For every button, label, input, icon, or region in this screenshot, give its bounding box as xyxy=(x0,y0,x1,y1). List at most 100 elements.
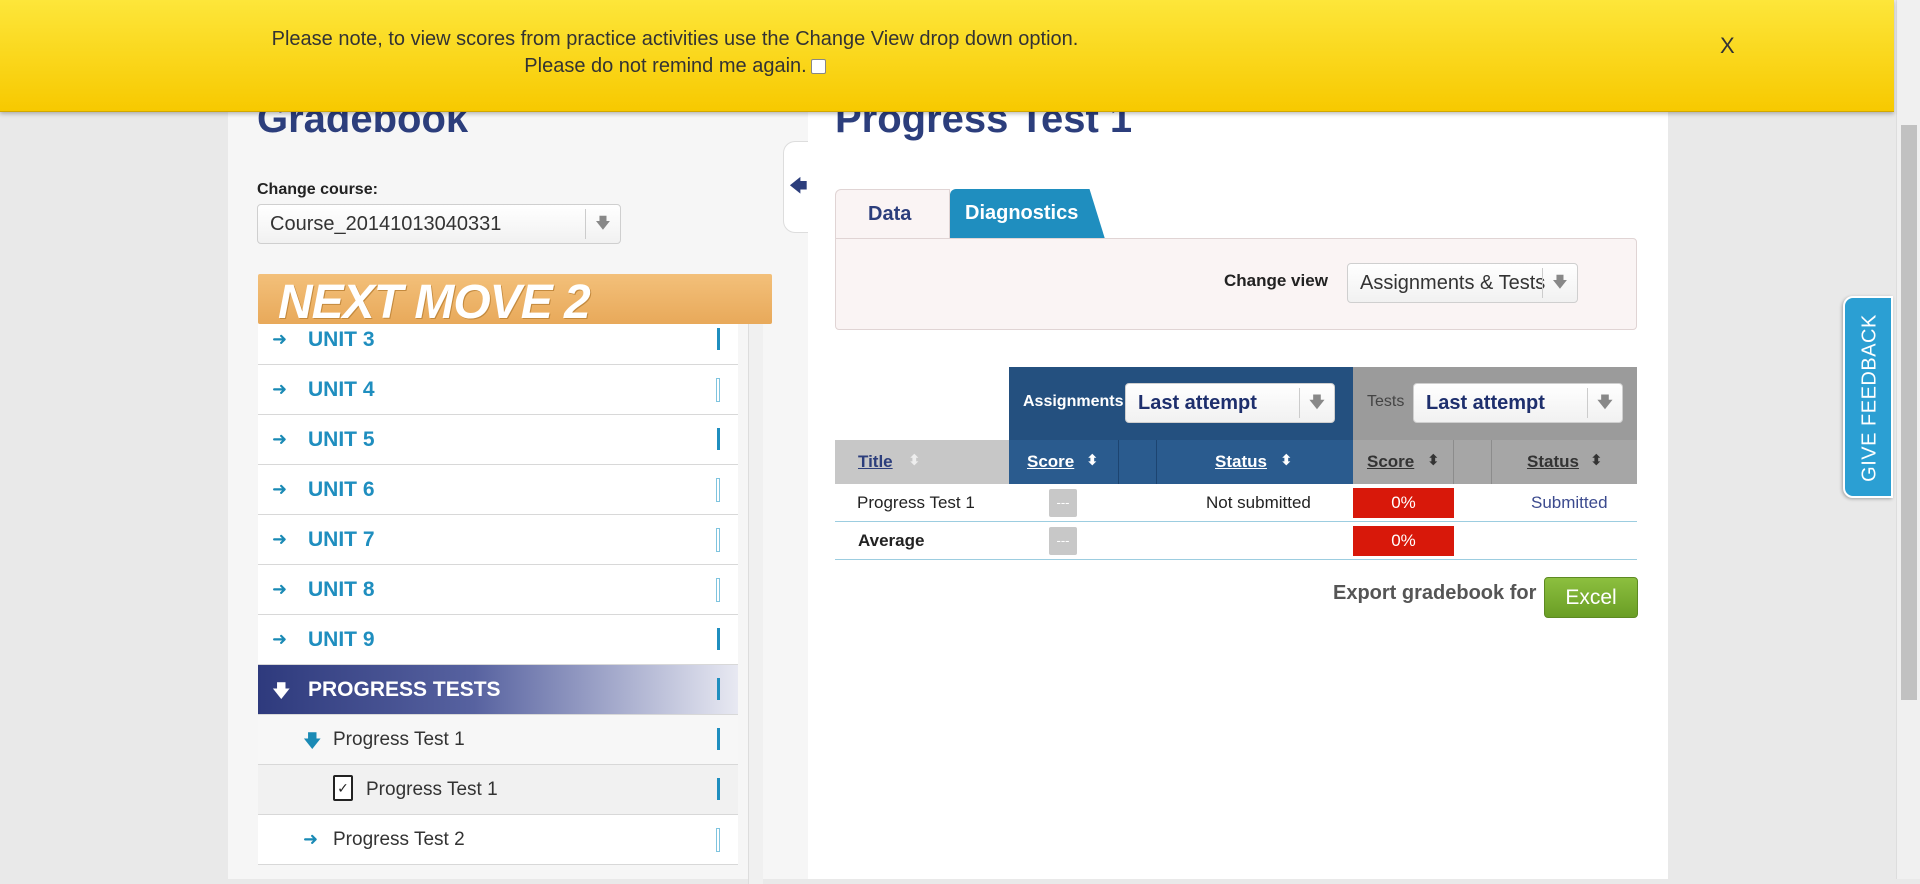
tests-attempt-value: Last attempt xyxy=(1426,392,1545,414)
banner-logo-text: NEXT MOVE 2 xyxy=(278,276,591,329)
column-assignment-status[interactable]: Status ⬍ xyxy=(1157,440,1353,484)
assignment-score: --- xyxy=(1049,489,1077,517)
arrow-right-icon: ➜ xyxy=(272,479,288,499)
arrow-right-icon: ➜ xyxy=(272,329,288,349)
progress-indicator xyxy=(717,728,720,750)
arrow-down-icon: 🡇 xyxy=(272,681,291,701)
sort-icon[interactable]: ⬍ xyxy=(1280,451,1293,469)
progress-indicator xyxy=(716,578,720,602)
do-not-remind-checkbox[interactable] xyxy=(810,59,826,74)
sort-icon[interactable]: ⬍ xyxy=(1086,451,1099,469)
arrow-right-icon: ➜ xyxy=(272,379,288,399)
notice-close-button[interactable]: X xyxy=(1720,33,1735,59)
export-label: Export gradebook for xyxy=(1333,582,1537,604)
arrow-right-icon: ➜ xyxy=(272,429,288,449)
assignments-attempt-value: Last attempt xyxy=(1138,392,1257,414)
progress-indicator xyxy=(717,628,720,650)
tests-attempt-select[interactable]: Last attempt 🡇 xyxy=(1413,383,1623,423)
export-excel-button[interactable]: Excel xyxy=(1544,577,1638,618)
tab-diagnostics[interactable]: Diagnostics xyxy=(950,189,1105,239)
tree-item-progress-tests[interactable]: 🡇 PROGRESS TESTS xyxy=(258,665,738,715)
column-title-label[interactable]: Title xyxy=(858,452,893,472)
column-label[interactable]: Status xyxy=(1215,452,1267,472)
sort-icon[interactable]: ⬍ xyxy=(1590,451,1603,469)
tree-item-unit-9[interactable]: ➜ UNIT 9 xyxy=(258,615,738,665)
tree-item-unit-6[interactable]: ➜ UNIT 6 xyxy=(258,465,738,515)
course-banner: NEXT MOVE 2 xyxy=(258,274,772,329)
document-check-icon: ✓ xyxy=(333,775,353,801)
assignments-attempt-select[interactable]: Last attempt 🡇 xyxy=(1125,383,1335,423)
course-tree: ➜ UNIT 3 ➜ UNIT 4 ➜ UNIT 5 ➜ UNIT 6 ➜ UN… xyxy=(258,324,772,884)
change-view-value: Assignments & Tests xyxy=(1360,272,1546,294)
give-feedback-button[interactable]: GIVE FEEDBACK xyxy=(1843,296,1893,498)
test-score[interactable]: 0% xyxy=(1353,488,1454,518)
tree-item-label: PROGRESS TESTS xyxy=(308,678,501,701)
column-label[interactable]: Status xyxy=(1527,452,1579,472)
column-header-row: Title ⬍ Score ⬍ Status ⬍ Score ⬍ Status … xyxy=(835,440,1637,484)
tree-item-label: UNIT 3 xyxy=(308,328,375,351)
arrow-left-icon: 🡄 xyxy=(789,176,808,196)
row-title[interactable]: Progress Test 1 xyxy=(857,493,975,513)
assignment-score: --- xyxy=(1049,527,1077,555)
tree-item-unit-5[interactable]: ➜ UNIT 5 xyxy=(258,415,738,465)
notice-bar: Please note, to view scores from practic… xyxy=(0,0,1894,112)
assignments-label: Assignments xyxy=(1023,393,1124,410)
progress-indicator xyxy=(716,478,720,502)
progress-indicator xyxy=(717,678,720,700)
tree-item-label: UNIT 5 xyxy=(308,428,375,451)
tests-header: Tests Last attempt 🡇 xyxy=(1353,367,1637,440)
dropdown-arrow-icon: 🡇 xyxy=(1542,268,1577,298)
tab-data[interactable]: Data xyxy=(835,189,950,239)
tree-item-label: UNIT 7 xyxy=(308,528,375,551)
collapse-panel-button[interactable]: 🡄 xyxy=(783,141,808,233)
tree-item-unit-3[interactable]: ➜ UNIT 3 xyxy=(258,324,738,365)
scrollbar-thumb[interactable] xyxy=(1901,125,1917,700)
tree-item-label: Progress Test 1 xyxy=(366,779,498,800)
column-assignment-score[interactable]: Score ⬍ xyxy=(1009,440,1119,484)
arrow-down-icon: 🡇 xyxy=(303,731,322,751)
sort-icon[interactable]: ⬍ xyxy=(908,451,921,469)
page-scrollbar[interactable] xyxy=(1896,0,1920,879)
test-score: 0% xyxy=(1353,526,1454,556)
column-spacer xyxy=(1119,440,1157,484)
tree-item-unit-8[interactable]: ➜ UNIT 8 xyxy=(258,565,738,615)
table-row: Progress Test 1 --- Not submitted 0% Sub… xyxy=(835,484,1637,522)
test-status[interactable]: Submitted xyxy=(1531,493,1608,513)
tree-item-progress-test-1-activity[interactable]: ✓ Progress Test 1 xyxy=(258,765,738,815)
change-course-select[interactable]: Course_20141013040331 🡇 xyxy=(257,204,621,244)
change-view-select[interactable]: Assignments & Tests 🡇 xyxy=(1347,263,1578,303)
page-container: Gradebook Change course: Course_20141013… xyxy=(228,97,1668,884)
column-label[interactable]: Score xyxy=(1027,452,1074,472)
course-value: Course_20141013040331 xyxy=(270,213,502,235)
tree-item-unit-4[interactable]: ➜ UNIT 4 xyxy=(258,365,738,415)
column-title[interactable]: Title ⬍ xyxy=(835,440,1009,484)
assignments-header: Assignments Last attempt 🡇 xyxy=(1009,367,1353,440)
column-label[interactable]: Score xyxy=(1367,452,1414,472)
tree-scrollbar[interactable] xyxy=(748,324,763,884)
arrow-right-icon: ➜ xyxy=(272,579,288,599)
change-view-panel: Change view Assignments & Tests 🡇 xyxy=(835,238,1637,330)
progress-indicator xyxy=(717,328,720,350)
column-test-score[interactable]: Score ⬍ xyxy=(1353,440,1454,484)
column-spacer xyxy=(1454,440,1492,484)
tree-item-unit-7[interactable]: ➜ UNIT 7 xyxy=(258,515,738,565)
tree-item-label: UNIT 8 xyxy=(308,578,375,601)
table-row-average: Average --- 0% xyxy=(835,522,1637,560)
column-test-status[interactable]: Status ⬍ xyxy=(1492,440,1637,484)
progress-indicator xyxy=(716,378,720,402)
sort-icon[interactable]: ⬍ xyxy=(1427,451,1440,469)
tree-item-label: UNIT 9 xyxy=(308,628,375,651)
tree-item-progress-test-1[interactable]: 🡇 Progress Test 1 xyxy=(258,715,738,765)
row-title: Average xyxy=(858,531,925,550)
progress-indicator xyxy=(716,828,720,852)
left-column: Gradebook Change course: Course_20141013… xyxy=(228,97,808,884)
tree-item-label: Progress Test 1 xyxy=(333,729,465,750)
tree-item-label: UNIT 4 xyxy=(308,378,375,401)
tree-item-progress-test-2[interactable]: ➜ Progress Test 2 xyxy=(258,815,738,865)
progress-indicator xyxy=(717,428,720,450)
notice-text: Please note, to view scores from practic… xyxy=(271,28,1079,50)
arrow-right-icon: ➜ xyxy=(272,629,288,649)
dropdown-arrow-icon: 🡇 xyxy=(1587,388,1622,418)
tree-item-label: UNIT 6 xyxy=(308,478,375,501)
arrow-right-icon: ➜ xyxy=(303,829,319,849)
